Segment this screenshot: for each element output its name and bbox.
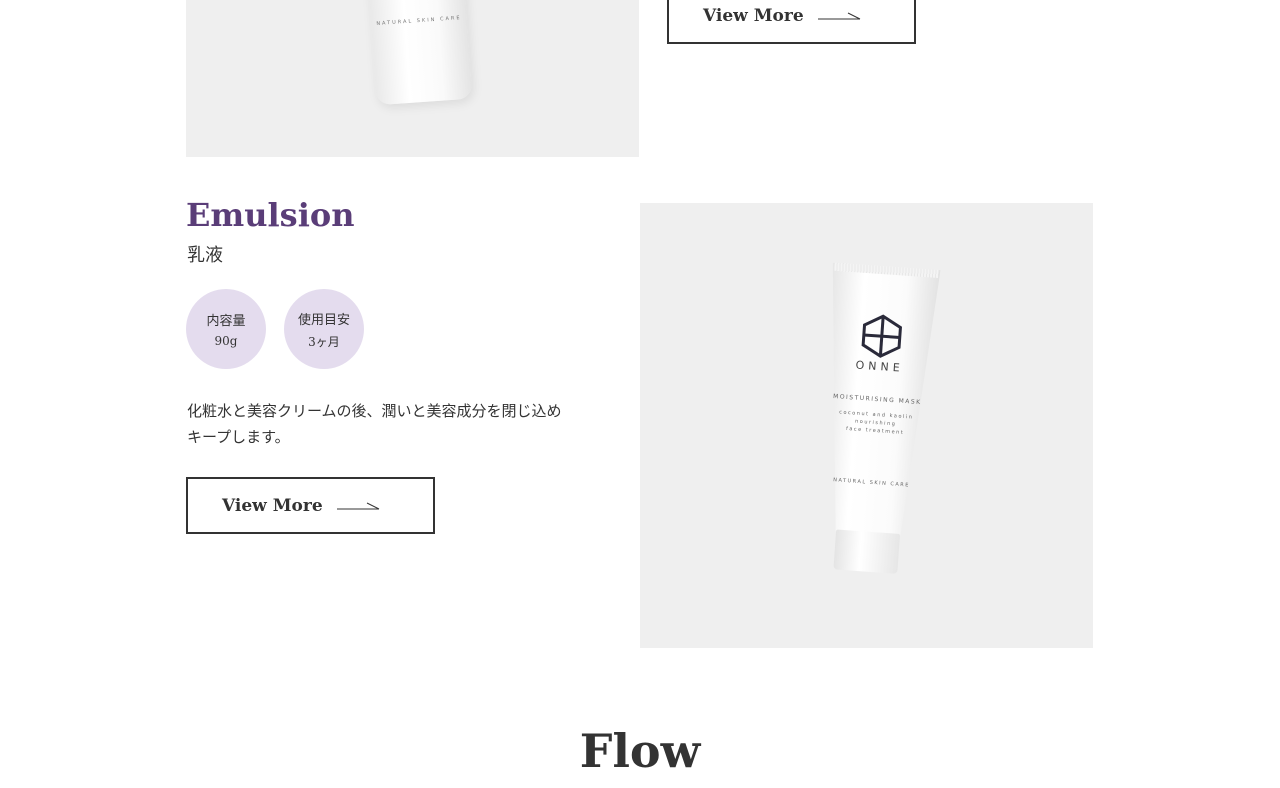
previous-view-more-button[interactable]: View More bbox=[667, 0, 916, 44]
arrow-right-icon bbox=[817, 12, 860, 19]
arrow-right-icon bbox=[336, 502, 379, 509]
spec-badge-volume: 内容量 90g bbox=[186, 289, 266, 369]
flow-section-heading: Flow bbox=[579, 724, 701, 778]
bottle-label: NATURAL SKIN CARE bbox=[376, 15, 462, 28]
spec-label: 内容量 bbox=[206, 314, 246, 329]
spec-label: 使用目安 bbox=[297, 312, 350, 328]
product-description: 化粧水と美容クリームの後、潤いと美容成分を閉じ込め キープします。 bbox=[187, 398, 607, 450]
tube-cap bbox=[833, 529, 901, 574]
hexagon-logo-icon bbox=[861, 314, 903, 358]
product-subtitle: 乳液 bbox=[187, 245, 223, 266]
product-title: Emulsion bbox=[186, 196, 355, 234]
view-more-label: View More bbox=[222, 495, 323, 516]
spec-badge-duration: 使用目安 3ヶ月 bbox=[284, 289, 364, 369]
description-line: キープします。 bbox=[187, 428, 290, 446]
emulsion-tube: ONNE MOISTURISING MASK coconut and kaoli… bbox=[811, 263, 940, 576]
spec-value: 90g bbox=[214, 334, 238, 348]
view-more-label: View More bbox=[703, 5, 804, 26]
emulsion-view-more-button[interactable]: View More bbox=[186, 477, 435, 534]
previous-product-bottle: NATURAL SKIN CARE bbox=[367, 0, 473, 106]
description-line: 化粧水と美容クリームの後、潤いと美容成分を閉じ込め bbox=[187, 402, 562, 420]
spec-value: 3ヶ月 bbox=[308, 334, 340, 349]
